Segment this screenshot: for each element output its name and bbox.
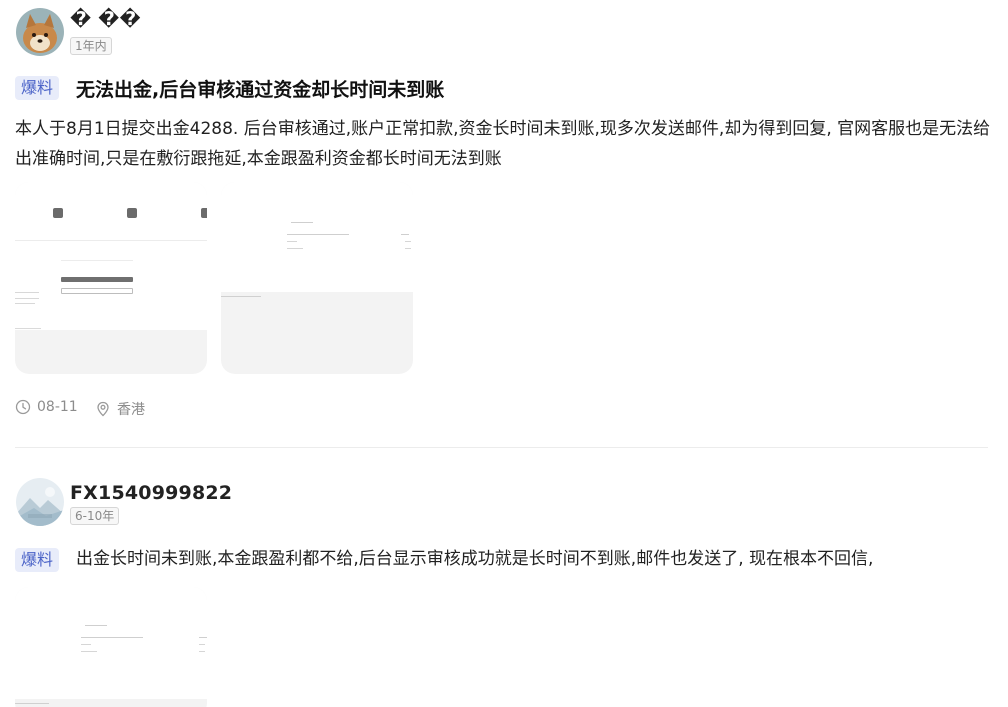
post-location: 香港 [95, 399, 145, 419]
post-location-text: 香港 [117, 402, 145, 418]
app-icon [201, 208, 207, 218]
post-card: � �� 1年内 爆料 无法出金,后台审核通过资金却长时间未到账 本人于8月1日… [0, 0, 1008, 448]
user-avatar[interactable] [16, 8, 64, 56]
dialog-button [61, 277, 133, 282]
landscape-avatar-icon [16, 478, 64, 526]
tenure-badge: 1年内 [70, 37, 112, 55]
tenure-badge: 6-10年 [70, 507, 120, 525]
post-date: 08-11 [15, 399, 78, 415]
clock-icon [15, 399, 31, 415]
location-pin-icon [97, 401, 109, 417]
shiba-avatar-icon [16, 8, 64, 56]
post-body: 本人于8月1日提交出金4288. 后台审核通过,账户正常扣款,资金长时间未到账,… [15, 119, 991, 169]
post-divider [15, 447, 988, 448]
app-icon [53, 208, 63, 218]
attachment-thumbnail[interactable] [15, 587, 207, 707]
app-icon [127, 208, 137, 218]
post-card: FX1540999822 6-10年 爆料 出金长时间未到账,本金跟盈利都不给,… [0, 449, 1008, 707]
post-title[interactable]: 无法出金,后台审核通过资金却长时间未到账 [76, 75, 444, 102]
attachment-thumbnail[interactable] [221, 182, 413, 374]
username[interactable]: FX1540999822 [70, 482, 232, 504]
post-body: 出金长时间未到账,本金跟盈利都不给,后台显示审核成功就是长时间不到账,邮件也发送… [76, 549, 874, 569]
attachment-thumbnail[interactable] [15, 182, 207, 374]
user-avatar[interactable] [16, 478, 64, 526]
post-date-text: 08-11 [37, 399, 78, 415]
category-badge: 爆料 [15, 76, 60, 100]
dialog-button [61, 288, 133, 294]
category-badge: 爆料 [15, 548, 60, 572]
username[interactable]: � �� [70, 8, 141, 30]
